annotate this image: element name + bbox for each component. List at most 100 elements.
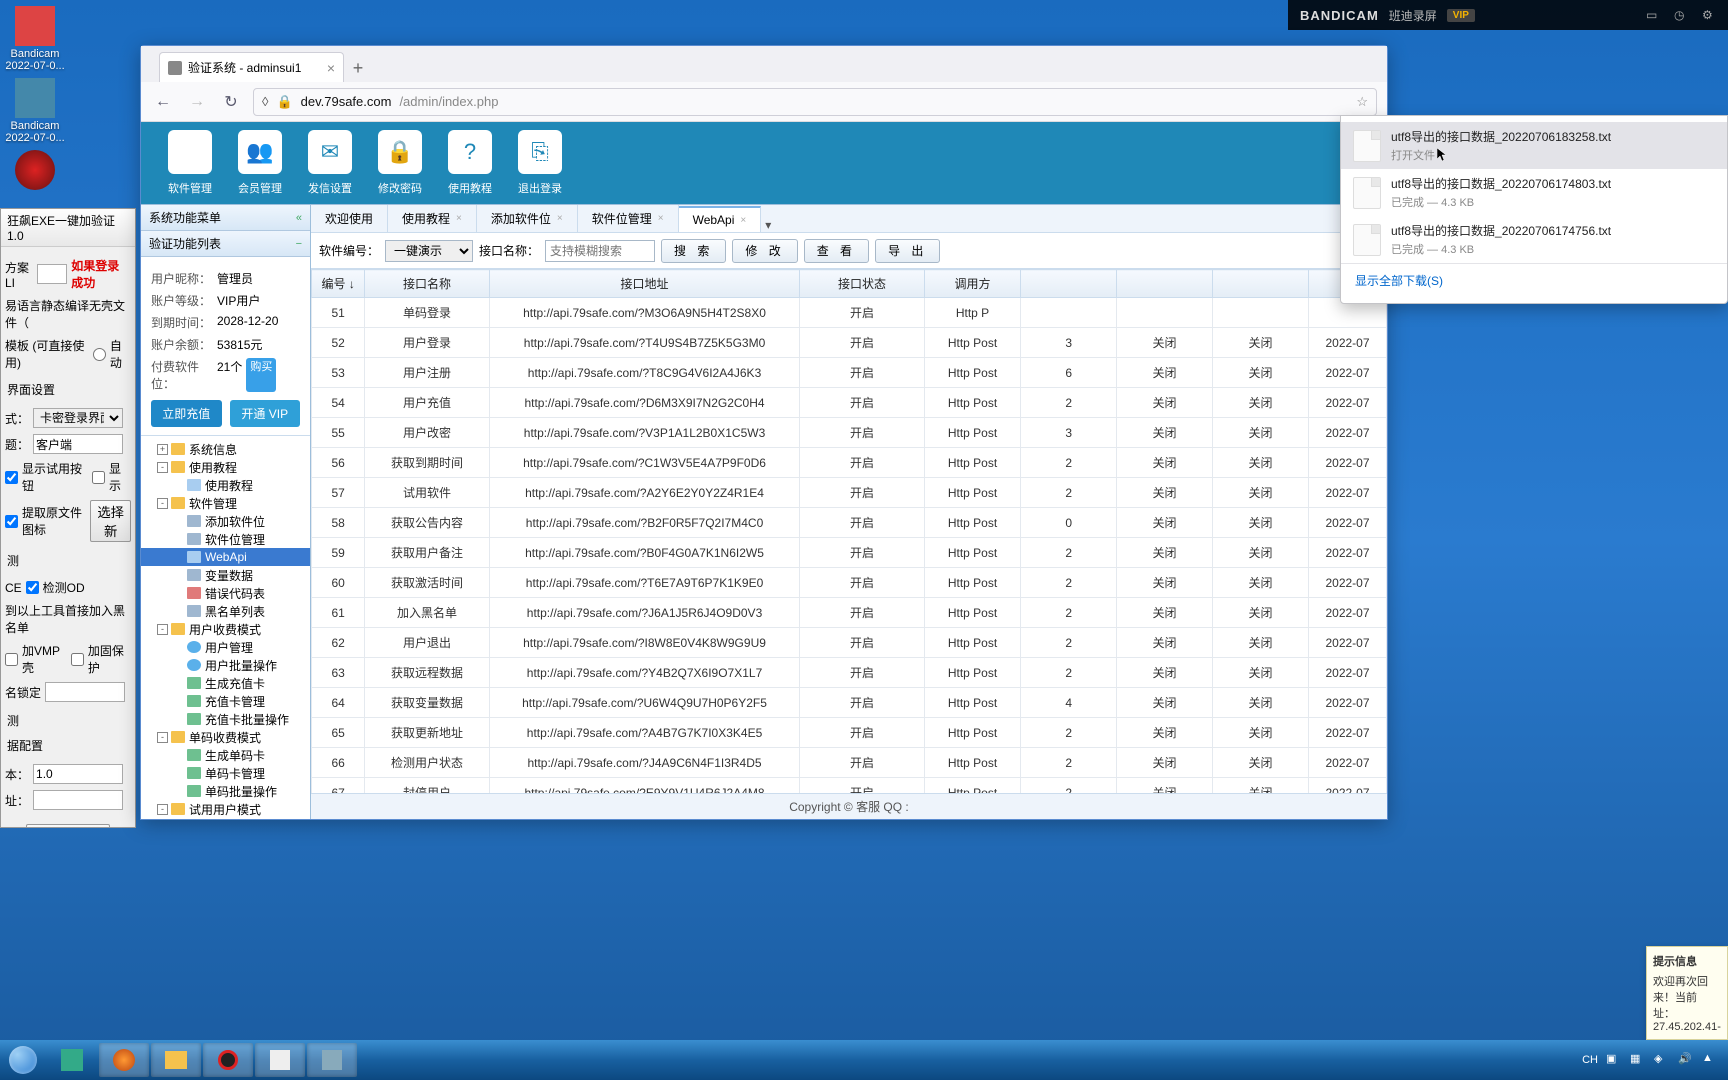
vmp-checkbox[interactable]: [5, 653, 18, 666]
expander-icon[interactable]: -: [157, 462, 168, 473]
table-row[interactable]: 55 用户改密 http://api.79safe.com/?V3P1A1L2B…: [312, 418, 1387, 448]
table-row[interactable]: 62 用户退出 http://api.79safe.com/?I8W8E0V4K…: [312, 628, 1387, 658]
tree-node[interactable]: 生成单码卡: [141, 746, 310, 764]
table-row[interactable]: 57 试用软件 http://api.79safe.com/?A2Y6E2Y0Y…: [312, 478, 1387, 508]
close-icon[interactable]: ×: [557, 213, 563, 224]
recharge-button[interactable]: 立即充值: [151, 400, 222, 427]
taskbar-firefox[interactable]: [99, 1043, 149, 1077]
close-tab-icon[interactable]: ×: [327, 60, 335, 76]
collapse-icon[interactable]: «: [296, 212, 302, 224]
tree-node[interactable]: 黑名单列表: [141, 602, 310, 620]
scheme-input[interactable]: [37, 264, 67, 284]
download-item[interactable]: utf8导出的接口数据_20220706174803.txt 已完成 — 4.3…: [1341, 169, 1727, 216]
tree-node[interactable]: - 试用用户模式: [141, 800, 310, 818]
taskbar-record[interactable]: [203, 1043, 253, 1077]
tree-node[interactable]: 生成充值卡: [141, 674, 310, 692]
start-button[interactable]: 开始一键: [26, 824, 109, 828]
show-checkbox[interactable]: [92, 471, 105, 484]
header-nav-item[interactable]: 👥 会员管理: [225, 122, 295, 204]
column-header[interactable]: [1021, 270, 1117, 298]
software-select[interactable]: 一键演示: [385, 240, 473, 262]
tree-node[interactable]: - 单码收费模式: [141, 728, 310, 746]
content-tab[interactable]: 欢迎使用: [311, 205, 388, 232]
protect-checkbox[interactable]: [71, 653, 84, 666]
edit-button[interactable]: 修 改: [732, 239, 797, 263]
table-row[interactable]: 53 用户注册 http://api.79safe.com/?T8C9G4V6I…: [312, 358, 1387, 388]
taskbar-app3[interactable]: [307, 1043, 357, 1077]
header-nav-item[interactable]: 软件管理: [155, 122, 225, 204]
close-icon[interactable]: ×: [658, 213, 664, 224]
view-button[interactable]: 查 看: [804, 239, 869, 263]
table-row[interactable]: 51 单码登录 http://api.79safe.com/?M3O6A9N5H…: [312, 298, 1387, 328]
column-header[interactable]: [1117, 270, 1213, 298]
sidebar-list-header[interactable]: 验证功能列表−: [141, 231, 310, 257]
interface-name-input[interactable]: [545, 240, 655, 262]
table-row[interactable]: 52 用户登录 http://api.79safe.com/?T4U9S4B7Z…: [312, 328, 1387, 358]
bookmark-star-icon[interactable]: ☆: [1356, 94, 1368, 110]
vip-button[interactable]: 开通 VIP: [230, 400, 301, 427]
table-row[interactable]: 61 加入黑名单 http://api.79safe.com/?J6A1J5R6…: [312, 598, 1387, 628]
tree-node[interactable]: 用户批量操作: [141, 656, 310, 674]
new-tab-button[interactable]: +: [344, 54, 372, 82]
tree-node[interactable]: 充值卡管理: [141, 692, 310, 710]
download-item[interactable]: utf8导出的接口数据_20220706183258.txt 打开文件: [1341, 122, 1727, 169]
timer-icon[interactable]: ◷: [1674, 8, 1688, 22]
table-row[interactable]: 65 获取更新地址 http://api.79safe.com/?A4B7G7K…: [312, 718, 1387, 748]
column-header[interactable]: 调用方: [924, 270, 1021, 298]
tree-node[interactable]: 错误代码表: [141, 584, 310, 602]
tree-node[interactable]: 软件位管理: [141, 530, 310, 548]
show-all-downloads[interactable]: 显示全部下载(S): [1341, 263, 1727, 297]
table-row[interactable]: 60 获取激活时间 http://api.79safe.com/?T6E7A9T…: [312, 568, 1387, 598]
header-nav-item[interactable]: ✉ 发信设置: [295, 122, 365, 204]
table-scroll[interactable]: 编号 ↓接口名称接口地址接口状态调用方 51 单码登录 http://api.7…: [311, 269, 1387, 793]
header-nav-item[interactable]: ? 使用教程: [435, 122, 505, 204]
table-row[interactable]: 56 获取到期时间 http://api.79safe.com/?C1W3V5E…: [312, 448, 1387, 478]
tree-node[interactable]: + 系统信息: [141, 440, 310, 458]
url-field[interactable]: ◊ 🔒 dev.79safe.com/admin/index.php ☆: [253, 88, 1377, 116]
desktop-icon[interactable]: Bandicam 2022-07-0...: [0, 78, 70, 144]
url-input[interactable]: [33, 790, 123, 810]
select-new-button[interactable]: 选择新: [90, 500, 131, 542]
tray-lang[interactable]: CH: [1582, 1054, 1598, 1066]
table-row[interactable]: 58 获取公告内容 http://api.79safe.com/?B2F0R5F…: [312, 508, 1387, 538]
tray-icon[interactable]: ▣: [1606, 1052, 1622, 1068]
column-header[interactable]: [1213, 270, 1309, 298]
column-header[interactable]: 接口名称: [365, 270, 489, 298]
column-header[interactable]: 接口状态: [800, 270, 924, 298]
content-tab[interactable]: 使用教程 ×: [388, 205, 477, 232]
table-row[interactable]: 67 封停用户 http://api.79safe.com/?E9Y9V1U4R…: [312, 778, 1387, 794]
restore-icon-checkbox[interactable]: [5, 515, 18, 528]
style-select[interactable]: 卡密登录界面: [33, 408, 123, 428]
detect-od-checkbox[interactable]: [26, 581, 39, 594]
tree-node[interactable]: 单码批量操作: [141, 782, 310, 800]
sidebar-menu-header[interactable]: 系统功能菜单«: [141, 205, 310, 231]
tree-node[interactable]: 单码卡管理: [141, 764, 310, 782]
settings-icon[interactable]: ⚙: [1702, 8, 1716, 22]
browser-tab[interactable]: 验证系统 - adminsui1 ×: [159, 52, 344, 82]
table-row[interactable]: 54 用户充值 http://api.79safe.com/?D6M3X9I7N…: [312, 388, 1387, 418]
tree-node[interactable]: 添加软件位: [141, 512, 310, 530]
expander-icon[interactable]: +: [157, 444, 168, 455]
content-tab[interactable]: 添加软件位 ×: [477, 205, 578, 232]
flag-icon[interactable]: ▦: [1630, 1052, 1646, 1068]
close-icon[interactable]: ×: [740, 215, 746, 226]
tree-node[interactable]: 使用教程: [141, 476, 310, 494]
back-button[interactable]: ←: [151, 90, 175, 114]
tab-dropdown[interactable]: ▾: [761, 218, 775, 232]
tree-node[interactable]: - 使用教程: [141, 458, 310, 476]
download-item[interactable]: utf8导出的接口数据_20220706174756.txt 已完成 — 4.3…: [1341, 216, 1727, 263]
buy-pill[interactable]: 购买: [246, 358, 276, 392]
expander-icon[interactable]: -: [157, 732, 168, 743]
forward-button[interactable]: →: [185, 90, 209, 114]
minus-icon[interactable]: −: [296, 238, 302, 250]
reload-button[interactable]: ↻: [219, 90, 243, 114]
network-icon[interactable]: ◈: [1654, 1052, 1670, 1068]
tree-node[interactable]: WebApi: [141, 548, 310, 566]
tree-node[interactable]: 充值卡批量操作: [141, 710, 310, 728]
lock-input[interactable]: [45, 682, 125, 702]
table-row[interactable]: 66 检测用户状态 http://api.79safe.com/?J4A9C6N…: [312, 748, 1387, 778]
taskbar-app[interactable]: [47, 1043, 97, 1077]
search-button[interactable]: 搜 索: [661, 239, 726, 263]
version-input[interactable]: [33, 764, 123, 784]
tree-node[interactable]: - 软件管理: [141, 494, 310, 512]
